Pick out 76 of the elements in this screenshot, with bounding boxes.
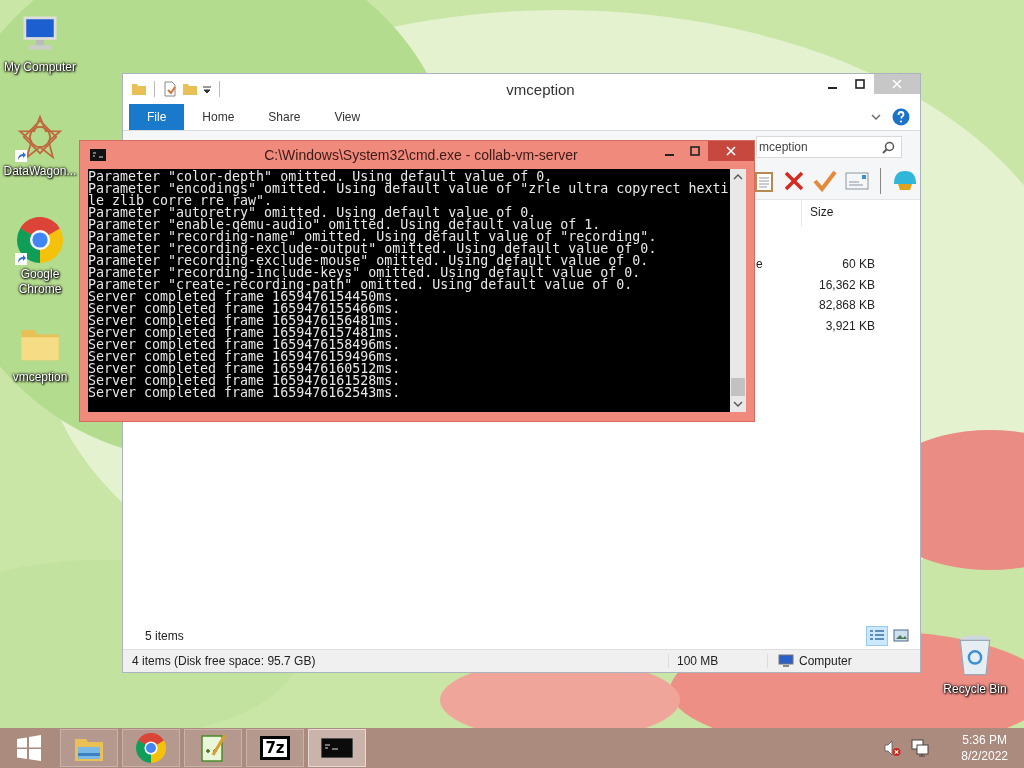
card-icon[interactable] [845, 172, 869, 190]
console-line: Server completed frame 1659476157481ms. [88, 327, 402, 339]
notepad-icon [199, 733, 227, 763]
console-line: Parameter "encodings" omitted. Using default value of "zrle ultra copyrect hexti [88, 183, 730, 195]
console-line: Server completed frame 1659476154450ms. [88, 291, 402, 303]
console-line: Parameter "recording-exclude-output" omitted. Using default value of 0. [88, 243, 658, 255]
details-view-button[interactable] [866, 626, 888, 646]
console-line: Server completed frame 1659476155466ms. [88, 303, 402, 315]
chrome-icon [136, 733, 166, 763]
table-cell-text: 60 KB [841, 257, 875, 272]
checkmark-icon[interactable] [813, 170, 837, 192]
clock[interactable]: 5:36 PM 8/2/2022 [961, 732, 1008, 764]
console-line: Server completed frame 1659476156481ms. [88, 315, 402, 327]
table-cell: e [756, 257, 763, 272]
archiver-taskbar-button[interactable]: 7z [246, 729, 304, 767]
console-icon [90, 149, 106, 161]
close-button[interactable] [708, 141, 754, 161]
shell-icon[interactable] [892, 169, 918, 193]
status-text: Computer [799, 654, 852, 668]
item-count: 5 items [145, 629, 184, 643]
ribbon-tab[interactable]: File [129, 104, 185, 130]
search-field[interactable]: mception [756, 136, 902, 158]
explorer-taskbar-button[interactable] [60, 729, 118, 767]
ribbon-tab[interactable]: Home [186, 104, 251, 130]
console-line: Parameter "color-depth" omitted. Using default value of 0. [88, 171, 553, 183]
network-icon[interactable] [911, 739, 930, 757]
folder-icon[interactable] [131, 81, 147, 97]
console-taskbar-button[interactable] [308, 729, 366, 767]
scrollbar[interactable] [730, 169, 746, 412]
search-icon [882, 140, 895, 154]
close-icon [726, 146, 736, 156]
help-icon[interactable] [892, 108, 910, 126]
chrome-taskbar-button[interactable] [122, 729, 180, 767]
chrome-icon [17, 217, 63, 263]
speaker-icon[interactable] [883, 739, 902, 757]
console-line: Server completed frame 1659476159496ms. [88, 351, 402, 363]
desktop-icon-label[interactable]: Recycle Bin [943, 682, 1007, 697]
minimize-icon [664, 154, 674, 156]
console-line: Parameter "autoretry" omitted. Using default value of 0. [88, 207, 537, 219]
star-pattern-icon[interactable] [17, 114, 63, 160]
windows-logo-icon[interactable] [16, 735, 42, 761]
console-line: Parameter "recording-name" omitted. Using default value of "recording". [88, 231, 658, 243]
console-line: Server completed frame 1659476158496ms. [88, 339, 402, 351]
minimize-icon [827, 87, 837, 89]
column-header[interactable]: Size [801, 200, 918, 226]
notepad-taskbar-button[interactable] [184, 729, 242, 767]
ribbon-tab[interactable]: View [318, 104, 377, 130]
close-icon [892, 79, 902, 89]
console-line: Server completed frame 1659476162543ms. [88, 387, 402, 399]
table-cell-text: 3,921 KB [824, 319, 875, 334]
console-line: le zlib corre rre raw". [88, 195, 273, 207]
table-cell-text: 82,868 KB [817, 298, 875, 313]
window-title: C:\Windows\System32\cmd.exe - collab-vm-server [263, 147, 579, 163]
computer-icon [778, 654, 794, 668]
ribbon-tab[interactable]: Share [252, 104, 317, 130]
status-text: 4 items (Disk free space: 95.7 GB) [131, 654, 317, 668]
console-line: Parameter "enable-qemu-audio" omitted. Using default value of 1. [88, 219, 601, 231]
document-icon[interactable] [162, 81, 178, 97]
maximize-icon [855, 79, 865, 89]
console-line: Parameter "create-recording-path" omitted. Using default value of 0. [88, 279, 634, 291]
table-cell-text: 16,362 KB [817, 277, 875, 292]
image-icon [893, 629, 909, 643]
clipboard-icon[interactable] [753, 169, 775, 193]
maximize-icon [690, 146, 700, 156]
scroll-up-icon[interactable] [733, 173, 743, 181]
console-line: Parameter "recording-exclude-mouse" omitted. Using default value of 0. [88, 255, 650, 267]
delete-x-icon[interactable] [783, 170, 805, 192]
details-view-icon [869, 629, 885, 643]
scroll-thumb[interactable] [731, 378, 745, 396]
console-line: Server completed frame 1659476160512ms. [88, 363, 402, 375]
scroll-down-icon[interactable] [733, 400, 743, 408]
console-icon [321, 738, 353, 758]
window-title: vmception [505, 80, 576, 98]
status-text: 100 MB [668, 654, 767, 668]
console-line: Server completed frame 1659476161528ms. [88, 375, 402, 387]
console-line: Parameter "recording-include-keys" omitted. Using default value of 0. [88, 267, 642, 279]
